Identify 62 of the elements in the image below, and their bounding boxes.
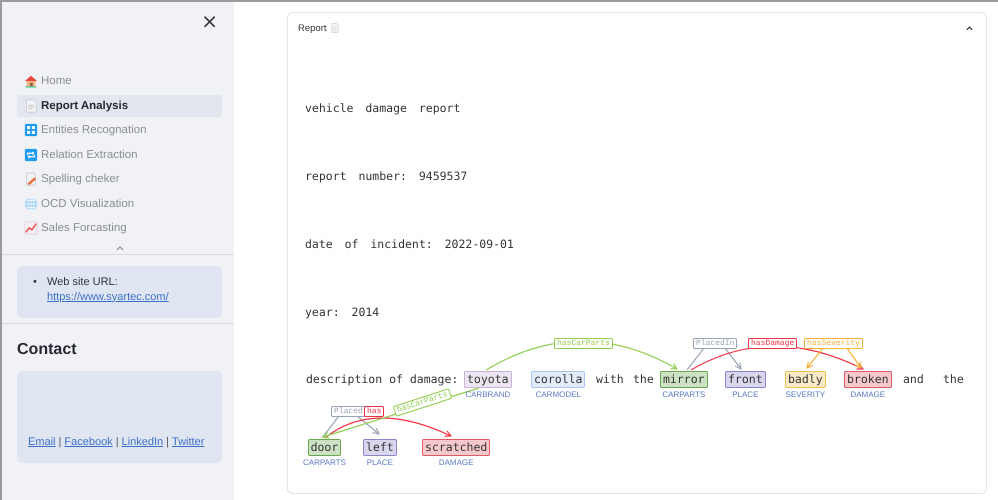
entity-tag: broken [844,371,892,388]
report-line: vehicle damage report [305,101,460,115]
separator: | [166,436,169,448]
entity-type: CARPARTS [662,390,706,399]
entity-type: DAMAGE [850,390,886,399]
entity-type: PLACE [732,390,758,399]
entity-tag: scratched [422,439,490,456]
entity-type: CARMODEL [536,390,581,399]
entity-tag: left [363,439,397,456]
report-text: description of damage: [306,371,458,388]
entity-tag: front [725,371,766,388]
report-line: date of incident: 2022-09-01 [305,237,514,251]
report-title: Report [298,22,327,34]
info-label: Web site URL: [47,274,119,290]
entity-type: DAMAGE [438,458,474,467]
report-text: and [903,371,924,388]
nav-item[interactable]: OCD Visualization [17,192,222,214]
nav-item[interactable]: Report Analysis [17,94,222,116]
relation-label: has [364,406,384,417]
separator: | [58,436,62,448]
report-text: with [596,371,624,388]
nav-item[interactable]: Entities Recognation [17,119,222,141]
nav-item[interactable]: Sales Forcasting [17,217,222,239]
contact-link[interactable]: LinkedIn [122,436,164,448]
report-line: year: 2014 [305,305,380,319]
chevron-up-icon[interactable] [965,25,974,31]
contact-link[interactable]: Twitter [172,436,204,448]
pencil-icon [24,172,38,186]
entity-tag: toyota [464,371,512,388]
website-link[interactable]: https://www.syartec.com/ [47,290,169,302]
globe-icon [24,196,38,210]
contact-link[interactable]: Email [28,436,56,448]
report-text: the [943,371,964,388]
document-icon [330,23,339,33]
entity-tag: badly [785,371,826,388]
relation-label: Placed [331,406,366,417]
document-icon [24,98,38,112]
nav-item[interactable]: Spelling cheker [17,168,222,190]
repeat-icon [24,148,38,162]
report-text: the [633,371,654,388]
entity-type: CARPARTS [303,458,346,467]
contact-link[interactable]: Facebook [64,436,113,448]
relation-label: hasCarParts [554,338,613,349]
contact-heading: Contact [17,340,78,358]
entity-tag: mirror [660,371,708,388]
relation-label: hasSeverity [804,338,863,349]
entity-tag: door [308,439,342,456]
entity-type: CARBRAND [465,390,510,399]
nav-item[interactable]: Home [17,70,222,92]
relation-label: hasDamage [748,338,798,349]
separator: | [116,436,119,448]
entity-type: PLACE [366,458,393,467]
chart-icon [24,221,38,235]
bullet: • [33,274,37,290]
blocks-icon [24,123,38,137]
relation-label: PlacedIn [693,338,738,349]
entity-tag: corolla [531,371,586,388]
report-line: report number: 9459537 [305,169,468,183]
nav-item[interactable]: Relation Extraction [17,144,222,166]
entity-type: SEVERITY [786,390,826,399]
house-icon [24,74,38,88]
close-button[interactable]: × [197,10,222,32]
